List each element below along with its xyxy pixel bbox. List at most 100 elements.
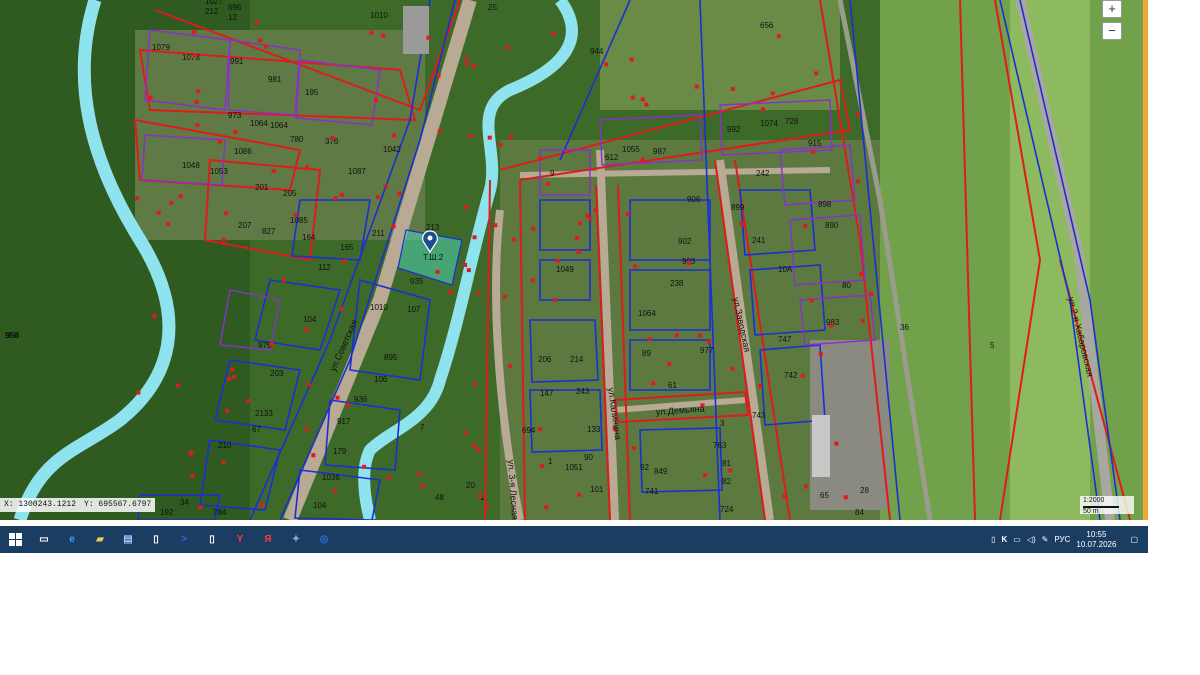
point-marker (647, 336, 652, 341)
parcel-number: 211 (372, 229, 385, 238)
parcel-number: 238 (670, 279, 684, 288)
document-icon[interactable]: ▯ (198, 526, 226, 553)
scale-distance: 50 m (1083, 508, 1099, 515)
app-icon[interactable]: ▤ (114, 526, 142, 553)
point-marker (392, 133, 397, 138)
point-marker (576, 249, 581, 254)
taskbar-app-glyph: ✦ (291, 534, 301, 545)
parcel-number: 741 (645, 487, 659, 496)
point-marker (629, 57, 634, 62)
volume-icon[interactable]: ◁) (1027, 535, 1036, 544)
yandex-icon[interactable]: Я (254, 526, 282, 553)
parcel-number: 179 (333, 447, 347, 456)
parcel-number: 1048 (182, 161, 200, 170)
language-indicator[interactable]: РУС (1054, 535, 1070, 544)
point-marker (577, 492, 582, 497)
point-marker (633, 264, 638, 269)
point-marker (476, 447, 481, 452)
point-marker (508, 364, 513, 369)
parcel-number: 743 (752, 411, 766, 420)
parcel-number: 1036 (322, 473, 340, 482)
parcel-number: 612 (605, 153, 619, 162)
pen-icon[interactable]: ✎ (1042, 535, 1049, 544)
point-marker (224, 211, 229, 216)
point-marker (818, 352, 823, 357)
point-marker (383, 184, 388, 189)
start-button[interactable] (0, 526, 30, 553)
point-marker (188, 451, 193, 456)
app-icon[interactable]: ✦ (282, 526, 310, 553)
point-marker (397, 191, 402, 196)
parcel-number: 164 (302, 233, 316, 242)
file-explorer-icon[interactable]: ▰ (86, 526, 114, 553)
kaspersky-icon[interactable]: K (1001, 535, 1007, 544)
point-marker (487, 135, 492, 140)
point-marker (471, 443, 476, 448)
zoom-out-button[interactable]: − (1102, 22, 1122, 40)
taskbar-app-glyph: ▯ (209, 534, 215, 545)
point-marker (508, 135, 513, 140)
network-icon[interactable]: ▭ (1013, 535, 1021, 544)
point-marker (800, 373, 805, 378)
point-marker (197, 505, 202, 510)
parcel-number: 10A (778, 265, 793, 274)
point-marker (192, 30, 197, 35)
point-marker (544, 505, 549, 510)
powershell-icon[interactable]: > (170, 526, 198, 553)
clock[interactable]: 10:55 10.07.2026 (1076, 530, 1116, 550)
point-marker (375, 195, 380, 200)
point-marker (860, 318, 865, 323)
app-icon[interactable]: ◎ (310, 526, 338, 553)
notifications-icon[interactable]: ▢ (1130, 535, 1138, 544)
point-marker (135, 196, 140, 201)
point-marker (472, 235, 477, 240)
parcel-number: 696 (228, 3, 242, 12)
document-icon[interactable]: ▯ (142, 526, 170, 553)
parcel-number: 1053 (210, 167, 228, 176)
point-marker (464, 56, 469, 61)
point-marker (305, 165, 310, 170)
task-view-icon[interactable]: ▭ (30, 526, 58, 553)
point-marker (194, 99, 199, 104)
cadastral-map[interactable]: 1027 696 1010 25 1079 1073 991 981 1064 195 1064 97… (0, 0, 1148, 520)
parcel-number: 915 (808, 139, 822, 148)
point-marker (502, 294, 507, 299)
edge-icon[interactable]: e (58, 526, 86, 553)
point-marker (577, 221, 582, 226)
parcel-number: 243 (576, 387, 590, 396)
point-marker (166, 222, 171, 227)
point-marker (473, 382, 478, 387)
zoom-in-button[interactable]: + (1102, 0, 1122, 18)
parcel-number: 207 (238, 221, 252, 230)
point-marker (463, 262, 468, 267)
parcel-number: 203 (270, 369, 284, 378)
parcel-number: 3 (720, 419, 725, 428)
parcel-number: 973 (228, 111, 242, 120)
point-marker (246, 398, 251, 403)
parcel-number: 1074 (760, 119, 778, 128)
point-marker (426, 35, 431, 40)
parcel-number: 241 (752, 236, 766, 245)
windows-taskbar: ▭ e ▰ ▤ ▯ > ▯ Y Я ✦ ◎ ▯ K ▭ ◁) ✎ РУС 10:55 10.07.2… (0, 526, 1148, 553)
point-marker (465, 62, 470, 67)
point-marker (476, 291, 481, 296)
parcel-number: 977 (700, 346, 714, 355)
parcel-number: 1064 (638, 309, 656, 318)
map-canvas[interactable]: 102769610102510791073 9919811064195106497… (0, 0, 1148, 520)
point-marker (332, 488, 337, 493)
point-marker (667, 361, 672, 366)
parcel-number: 1064 (270, 121, 288, 130)
parcel-number: 944 (590, 47, 604, 56)
point-marker (306, 382, 311, 387)
parcel-number: 992 (727, 125, 741, 134)
parcel-number: 12 (228, 13, 237, 22)
point-marker (231, 374, 236, 379)
yandex-browser-icon[interactable]: Y (226, 526, 254, 553)
point-marker (829, 323, 834, 328)
notification-doc-icon[interactable]: ▯ (991, 535, 995, 544)
point-marker (468, 133, 473, 138)
parcel-number: 1049 (556, 265, 574, 274)
point-marker (339, 192, 344, 197)
taskbar-app-glyph: ▤ (123, 534, 133, 545)
point-marker (630, 95, 635, 100)
